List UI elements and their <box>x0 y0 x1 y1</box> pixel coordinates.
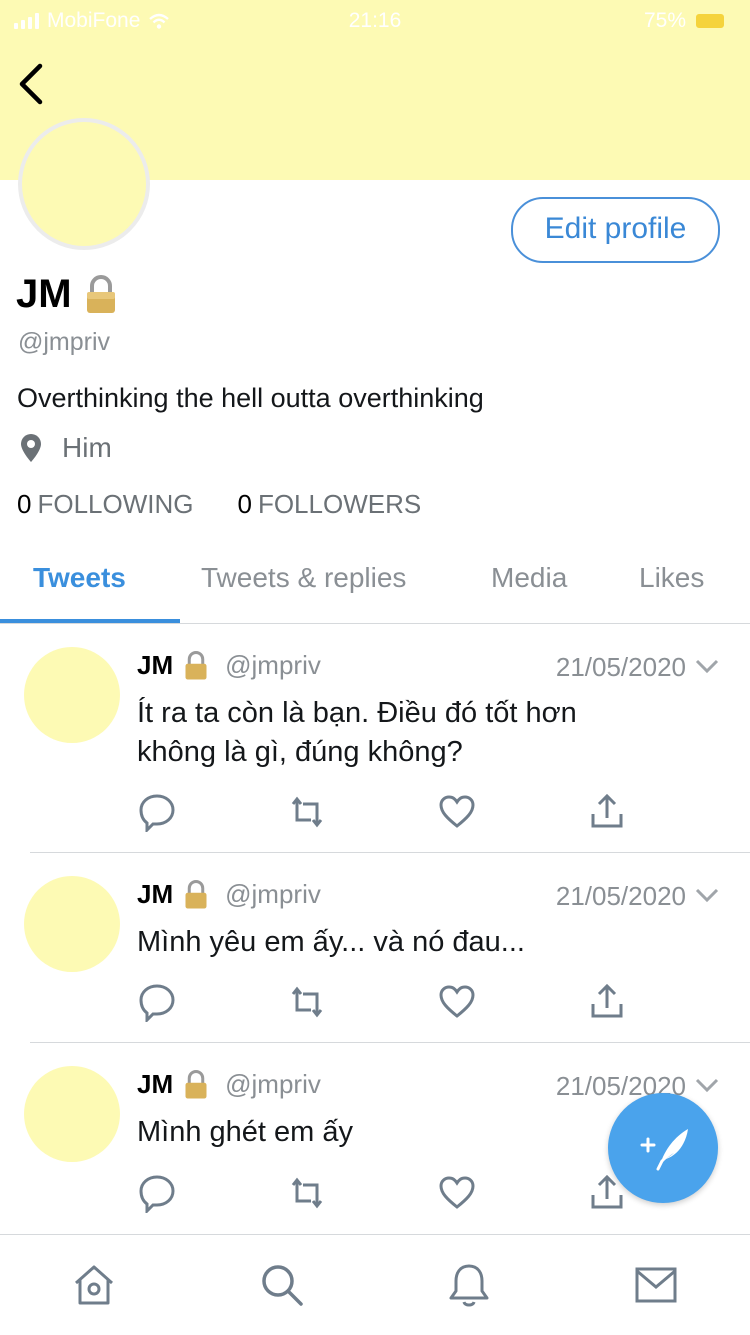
battery-icon <box>696 14 724 28</box>
tweet-item[interactable]: JM @jmpriv 21/05/2020 Mình yêu em ấy... … <box>0 853 750 1042</box>
followers-link[interactable]: 0 FOLLOWERS <box>237 489 421 520</box>
tweet-item[interactable]: JM @jmpriv 21/05/2020 Ít ra ta còn là bạ… <box>0 624 750 852</box>
profile-avatar[interactable] <box>18 118 150 250</box>
reply-icon[interactable] <box>137 792 177 832</box>
tweet-author-handle: @jmpriv <box>225 650 321 680</box>
lock-icon <box>185 1069 207 1098</box>
compose-tweet-icon <box>640 1129 688 1171</box>
follow-stats: 0 FOLLOWING 0 FOLLOWERS <box>17 489 421 520</box>
battery-percent: 75% <box>643 9 686 32</box>
retweet-icon[interactable] <box>287 982 327 1022</box>
heart-icon[interactable] <box>437 792 477 832</box>
battery-group: 75% <box>644 9 724 33</box>
profile-handle: @jmpriv <box>18 328 111 356</box>
active-tab-indicator <box>0 619 180 623</box>
tweet-author-handle: @jmpriv <box>225 879 321 909</box>
clock: 21:16 <box>348 9 402 32</box>
tweet-author-handle: @jmpriv <box>225 1069 321 1099</box>
bottom-nav-bar <box>0 1234 750 1335</box>
reply-icon[interactable] <box>137 1173 177 1213</box>
tweet-avatar[interactable] <box>24 1066 120 1162</box>
profile-location: Him <box>20 432 112 464</box>
chevron-left-icon[interactable] <box>14 58 54 110</box>
notifications-icon[interactable] <box>445 1261 493 1309</box>
tweet-date: 21/05/2020 <box>555 881 686 911</box>
heart-icon[interactable] <box>437 982 477 1022</box>
status-bar: MobiFone 21:16 75% <box>0 0 750 40</box>
tweet-author-name: JM <box>137 650 174 680</box>
tweet-author-name: JM <box>137 1069 174 1099</box>
tab-likes[interactable]: Likes <box>639 562 704 594</box>
chevron-down-icon[interactable] <box>694 656 720 676</box>
lock-icon <box>86 274 115 313</box>
tweet-author-name: JM <box>137 879 174 909</box>
edit-profile-button[interactable]: Edit profile <box>511 197 720 263</box>
messages-icon[interactable] <box>632 1261 680 1309</box>
tweet-avatar[interactable] <box>24 876 120 972</box>
profile-name: JM <box>16 272 72 316</box>
chevron-down-icon[interactable] <box>694 885 720 905</box>
profile-tabs: Tweets Tweets & replies Media Likes <box>0 550 750 624</box>
location-text: Him <box>62 432 112 463</box>
retweet-icon[interactable] <box>287 792 327 832</box>
tweet-avatar[interactable] <box>24 647 120 743</box>
share-icon[interactable] <box>587 792 627 832</box>
search-icon[interactable] <box>258 1261 306 1309</box>
heart-icon[interactable] <box>437 1173 477 1213</box>
tab-tweets-replies[interactable]: Tweets & replies <box>201 562 406 594</box>
tweet-header: JM @jmpriv <box>137 1069 321 1100</box>
home-icon[interactable] <box>70 1261 118 1309</box>
tweet-text: Ít ra ta còn là bạn. Điều đó tốt hơn khô… <box>137 697 577 768</box>
location-pin-icon <box>21 434 41 462</box>
retweet-icon[interactable] <box>287 1173 327 1213</box>
tweet-date: 21/05/2020 <box>555 652 686 682</box>
profile-name-row: JM <box>16 272 118 317</box>
tab-tweets[interactable]: Tweets <box>33 562 126 594</box>
tab-media[interactable]: Media <box>491 562 567 594</box>
lock-icon <box>185 879 207 908</box>
tweet-header: JM @jmpriv <box>137 879 321 910</box>
compose-tweet-button[interactable] <box>608 1093 718 1203</box>
chevron-down-icon[interactable] <box>694 1075 720 1095</box>
lock-icon <box>185 650 207 679</box>
profile-bio: Overthinking the hell outta overthinking <box>17 383 484 413</box>
reply-icon[interactable] <box>137 982 177 1022</box>
share-icon[interactable] <box>587 982 627 1022</box>
following-link[interactable]: 0 FOLLOWING <box>17 489 193 520</box>
tweet-text: Mình yêu em ấy... và nó đau... <box>137 926 525 958</box>
tweet-header: JM @jmpriv <box>137 650 321 681</box>
